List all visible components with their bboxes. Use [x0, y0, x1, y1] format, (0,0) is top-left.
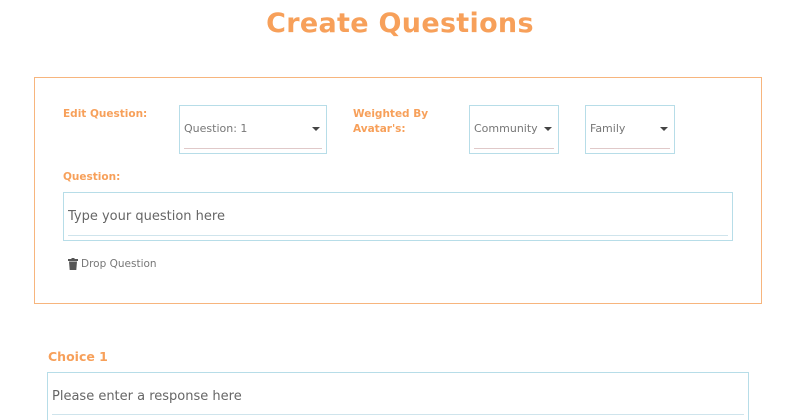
- caret-down-icon: [544, 127, 552, 131]
- caret-down-icon: [660, 127, 668, 131]
- drop-question-label: Drop Question: [81, 258, 157, 270]
- avatar-select-community[interactable]: Community: [469, 105, 559, 154]
- input-underline: [68, 235, 728, 236]
- avatar-select-family-value: Family: [590, 122, 626, 135]
- page-title: Create Questions: [266, 8, 534, 39]
- choice-1-input-container: [47, 372, 749, 420]
- weighted-by-label-line2: Avatar's:: [353, 123, 406, 135]
- question-label: Question:: [63, 171, 121, 183]
- avatar-select-community-value: Community: [474, 122, 538, 135]
- avatar-select-family[interactable]: Family: [585, 105, 675, 154]
- select-underline: [184, 148, 322, 149]
- question-input-container: [63, 192, 733, 241]
- question-input[interactable]: [68, 193, 718, 240]
- choice-1-label: Choice 1: [48, 349, 108, 364]
- edit-question-label: Edit Question:: [63, 108, 148, 120]
- select-underline: [474, 148, 554, 149]
- caret-down-icon: [312, 127, 320, 131]
- question-select-value: Question: 1: [184, 122, 248, 135]
- input-underline: [52, 414, 744, 415]
- question-select[interactable]: Question: 1: [179, 105, 327, 154]
- weighted-by-label-line1: Weighted By: [353, 108, 429, 120]
- drop-question-button[interactable]: Drop Question: [68, 258, 157, 270]
- trash-icon: [68, 258, 78, 270]
- weighted-by-label: Weighted By Avatar's:: [353, 107, 428, 137]
- select-underline: [590, 148, 670, 149]
- choice-1-input[interactable]: [52, 373, 732, 420]
